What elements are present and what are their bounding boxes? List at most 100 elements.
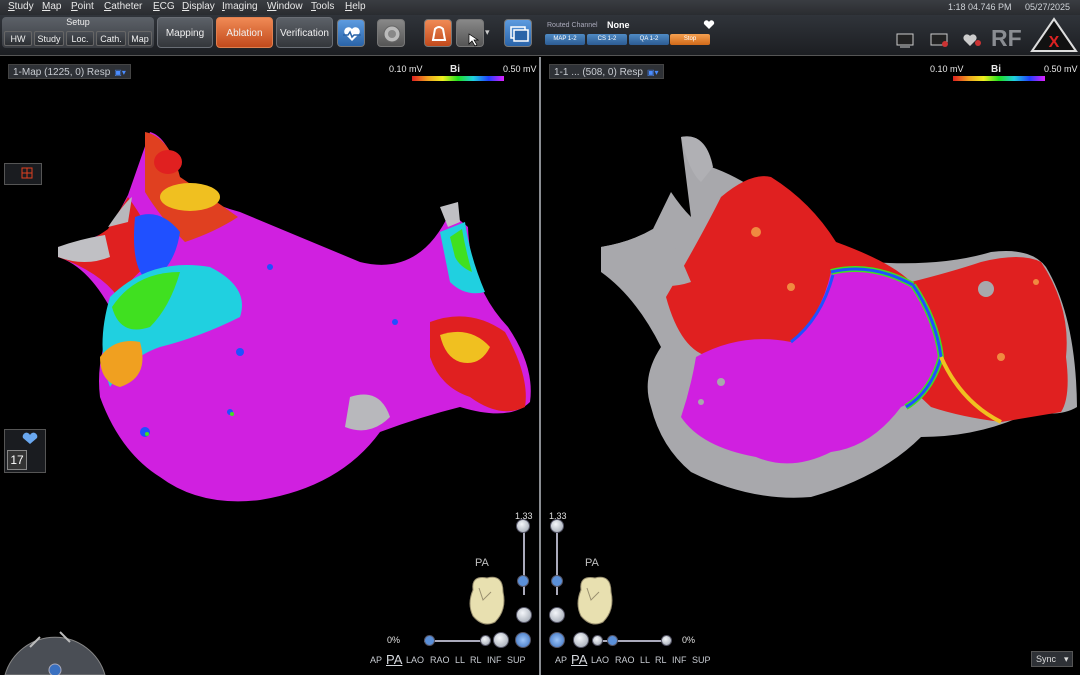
navigation-compass[interactable]: [0, 617, 110, 675]
right-sphere-button[interactable]: [573, 632, 589, 648]
sync-dropdown[interactable]: Sync ▾: [1031, 651, 1073, 667]
routed-channel-value[interactable]: None: [607, 20, 630, 30]
monitor-alert-icon[interactable]: [930, 32, 950, 48]
setup-tab-hw[interactable]: HW: [4, 31, 32, 46]
mode-mapping-button[interactable]: Mapping: [157, 17, 213, 48]
right-rotate-button[interactable]: [549, 607, 565, 623]
grid-icon: [21, 167, 33, 179]
right-view-rao[interactable]: RAO: [615, 655, 635, 665]
channel-qa-button[interactable]: QA 1-2: [629, 34, 669, 45]
left-transparency-value: 0%: [387, 635, 401, 645]
right-transparency-value: 0%: [682, 635, 696, 645]
left-view-pa[interactable]: PA: [386, 652, 402, 667]
left-zoom-handle[interactable]: [517, 575, 529, 587]
alert-icon[interactable]: X: [1030, 17, 1078, 53]
left-view-rl[interactable]: RL: [470, 655, 482, 665]
menu-study-mnemonic: S: [8, 1, 15, 12]
right-transparency-plus-button[interactable]: [661, 635, 672, 646]
menu-catheter[interactable]: Catheter: [104, 1, 142, 12]
menu-bar: Study Map Point Catheter ECG Display Ima…: [0, 0, 1080, 15]
menu-point-mnemonic: P: [71, 1, 78, 12]
ablation-bell-button[interactable]: [424, 19, 452, 47]
routed-channel-panel: Routed Channel None MAP 1-2 CS 1-2 QA 1-…: [543, 19, 715, 47]
heart-3d-icon: [469, 576, 505, 625]
setup-tab-loc[interactable]: Loc.: [66, 31, 94, 46]
right-view-pa[interactable]: PA: [571, 652, 587, 667]
menu-ecg-mnemonic: E: [153, 1, 160, 12]
heart-small-icon: [703, 20, 715, 29]
left-map-viewport[interactable]: 1-Map (1225, 0) Resp ▣▾ 0.10 mV Bi 0.50 m…: [0, 57, 539, 675]
compass-center-button[interactable]: [48, 663, 62, 675]
menu-study[interactable]: Study: [8, 1, 34, 12]
menu-tools-label: ools: [316, 1, 335, 12]
channel-cs-button[interactable]: CS 1-2: [587, 34, 627, 45]
setup-tab-cath[interactable]: Cath.: [96, 31, 126, 46]
left-reset-button[interactable]: [515, 632, 531, 648]
left-transparency-handle[interactable]: [424, 635, 435, 646]
setup-tab-study[interactable]: Study: [34, 31, 64, 46]
left-orientation-label: PA: [475, 557, 489, 569]
right-reset-button[interactable]: [549, 632, 565, 648]
heart-3d-icon: [577, 576, 613, 625]
sync-label: Sync: [1036, 654, 1057, 664]
menu-display-label: isplay: [189, 1, 215, 12]
right-view-lao[interactable]: LAO: [591, 655, 609, 665]
pointer-tool-button[interactable]: [456, 19, 484, 47]
right-view-ap[interactable]: AP: [555, 655, 567, 665]
menu-window[interactable]: Window: [267, 1, 303, 12]
svg-text:X: X: [1049, 34, 1060, 51]
menu-ecg[interactable]: ECG: [153, 1, 175, 12]
brand-label: RF: [991, 25, 1022, 51]
right-zoom-plus-button[interactable]: [550, 519, 564, 533]
heart-monitor-button[interactable]: [337, 19, 365, 47]
right-view-rl[interactable]: RL: [655, 655, 667, 665]
menu-map[interactable]: Map: [42, 1, 61, 12]
setup-tab-map[interactable]: Map: [128, 31, 152, 46]
left-zoom-plus-button[interactable]: [516, 519, 530, 533]
left-transparency-plus-button[interactable]: [480, 635, 491, 646]
menu-display[interactable]: Display: [182, 1, 215, 12]
menu-ecg-label: CG: [159, 1, 175, 12]
left-anatomy-mesh[interactable]: [0, 57, 539, 675]
right-transparency-handle[interactable]: [607, 635, 618, 646]
left-view-rao[interactable]: RAO: [430, 655, 450, 665]
heart-device-icon[interactable]: [962, 31, 984, 49]
right-transparency-minus-button[interactable]: [592, 635, 603, 646]
clock-time: 1:18 04.746 PM: [948, 2, 1012, 12]
left-view-ll[interactable]: LL: [455, 655, 465, 665]
right-view-sup[interactable]: SUP: [692, 655, 711, 665]
setup-group: Setup HW Study Loc. Cath. Map: [2, 17, 154, 48]
right-anatomy-mesh[interactable]: [541, 57, 1080, 675]
catheter-icon: [383, 25, 401, 43]
chevron-down-icon: ▾: [1064, 654, 1069, 664]
mode-ablation-button[interactable]: Ablation: [216, 17, 273, 48]
channel-stop-button[interactable]: Stop: [670, 34, 710, 45]
catheter-button[interactable]: [377, 19, 405, 47]
left-view-ap[interactable]: AP: [370, 655, 382, 665]
mode-verification-button[interactable]: Verification: [276, 17, 333, 48]
menu-help[interactable]: Help: [345, 1, 366, 12]
menu-imaging-label: maging: [224, 1, 258, 12]
right-zoom-handle[interactable]: [551, 575, 563, 587]
left-view-lao[interactable]: LAO: [406, 655, 424, 665]
menu-tools[interactable]: Tools: [311, 1, 334, 12]
chevron-down-icon[interactable]: ▾: [485, 27, 490, 38]
setup-label[interactable]: Setup: [2, 17, 154, 30]
left-view-inf[interactable]: INF: [487, 655, 502, 665]
window-layout-button[interactable]: [504, 19, 532, 47]
left-view-sup[interactable]: SUP: [507, 655, 526, 665]
left-tool-panel-bottom[interactable]: 17: [4, 429, 46, 473]
left-rotate-button[interactable]: [516, 607, 532, 623]
menu-map-label: ap: [50, 1, 62, 12]
right-view-inf[interactable]: INF: [672, 655, 687, 665]
right-view-ll[interactable]: LL: [640, 655, 650, 665]
right-map-viewport[interactable]: 1-1 ... (508, 0) Resp ▣▾ 0.10 mV Bi 0.50 …: [541, 57, 1080, 675]
channel-map-button[interactable]: MAP 1-2: [545, 34, 585, 45]
menu-imaging[interactable]: Imaging: [222, 1, 258, 12]
left-sphere-button[interactable]: [493, 632, 509, 648]
menu-point[interactable]: Point: [71, 1, 94, 12]
left-tool-panel-top[interactable]: [4, 163, 42, 185]
monitor-icon[interactable]: [896, 32, 916, 48]
routed-channel-label: Routed Channel: [547, 22, 598, 29]
side-counter[interactable]: 17: [7, 450, 27, 470]
